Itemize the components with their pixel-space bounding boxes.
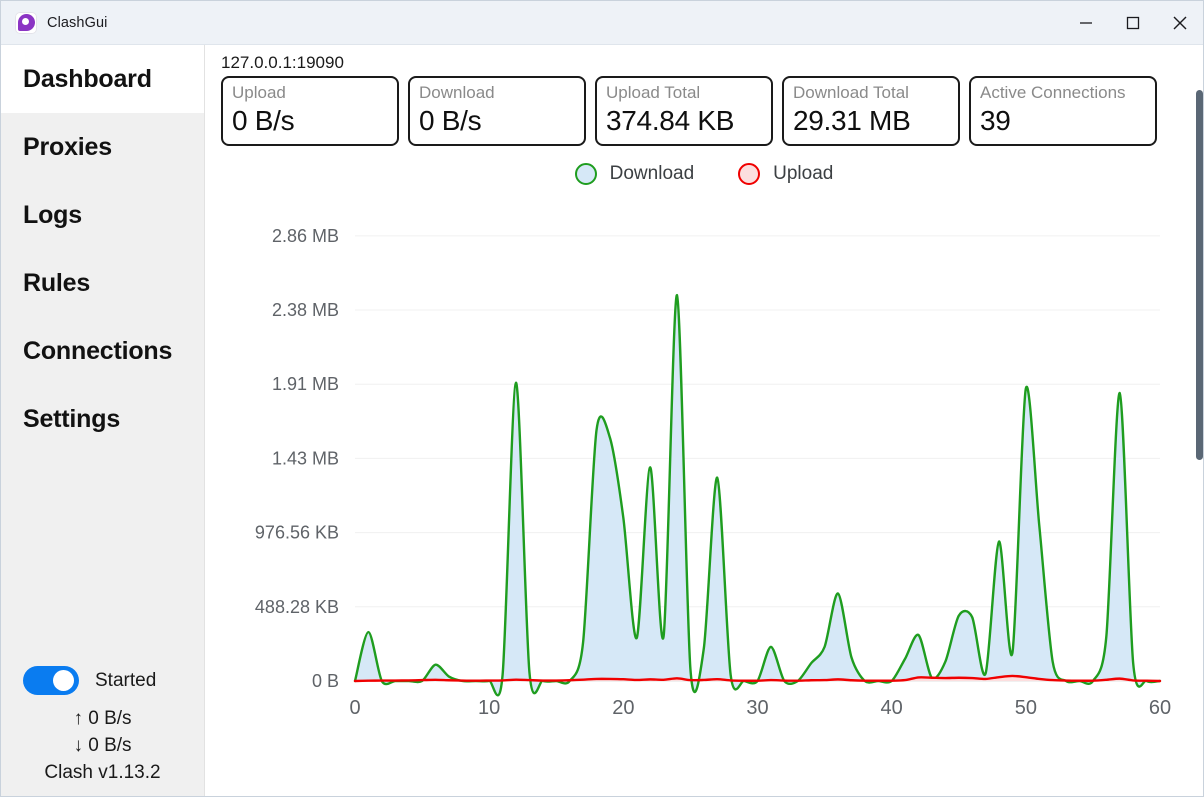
y-axis-tick-label: 0 B <box>312 671 339 691</box>
legend-swatch-upload <box>738 163 761 185</box>
y-axis-tick-label: 976.56 KB <box>255 523 339 543</box>
sidebar-item-dashboard[interactable]: Dashboard <box>1 45 204 113</box>
x-axis-tick-label: 10 <box>478 697 500 719</box>
service-status-label: Started <box>95 669 157 691</box>
maximize-icon[interactable] <box>1109 1 1156 45</box>
stat-cards: Upload 0 B/s Download 0 B/s Upload Total… <box>205 76 1203 146</box>
stat-card-value: 374.84 KB <box>606 105 735 136</box>
legend-item-upload[interactable]: Upload <box>738 163 833 185</box>
x-axis-tick-label: 60 <box>1149 697 1171 719</box>
traffic-chart-svg: 0 B 488.28 KB 976.56 KB 1.43 MB 1.91 MB 2.38 … <box>255 226 1171 719</box>
sidebar-footer: Started ↑ 0 B/s ↓ 0 B/s Clash v1.13.2 <box>1 666 204 796</box>
x-axis-tick-label: 30 <box>746 697 768 719</box>
traffic-chart: 0 B 488.28 KB 976.56 KB 1.43 MB 1.91 MB 2.38 … <box>205 203 1203 733</box>
sidebar-item-label: Rules <box>23 268 91 297</box>
sidebar-item-label: Proxies <box>23 132 112 161</box>
legend-swatch-download <box>574 163 597 185</box>
titlebar: ClashGui <box>1 1 1203 45</box>
legend-item-download[interactable]: Download <box>574 163 695 185</box>
service-toggle-row: Started <box>13 666 192 695</box>
app-window: ClashGui Dashboard Proxies Logs Rules Co… <box>0 0 1204 797</box>
clash-version: Clash v1.13.2 <box>44 762 161 783</box>
main-content: 127.0.0.1:19090 Upload 0 B/s Download 0 … <box>205 45 1203 796</box>
sidebar-item-label: Dashboard <box>23 64 152 93</box>
close-icon[interactable] <box>1156 1 1203 45</box>
sidebar-nav: Dashboard Proxies Logs Rules Connections… <box>1 45 204 453</box>
sidebar-item-connections[interactable]: Connections <box>1 317 204 385</box>
stat-card-upload-total: Upload Total 374.84 KB <box>595 76 773 146</box>
stat-card-value: 0 B/s <box>232 105 295 136</box>
main-scrollbar[interactable] <box>1196 90 1203 796</box>
window-controls <box>1062 1 1203 45</box>
api-endpoint: 127.0.0.1:19090 <box>221 53 344 72</box>
stat-card-label: Upload <box>232 83 286 102</box>
y-axis-tick-label: 1.43 MB <box>272 448 339 468</box>
service-toggle[interactable] <box>23 666 79 695</box>
stat-card-value: 39 <box>980 105 1011 136</box>
x-axis-tick-label: 0 <box>349 697 360 719</box>
sidebar-item-logs[interactable]: Logs <box>1 181 204 249</box>
series-area-download <box>355 295 1160 696</box>
sidebar-upload-rate: ↑ 0 B/s <box>73 708 132 729</box>
stat-card-label: Download <box>419 83 495 102</box>
sidebar-item-rules[interactable]: Rules <box>1 249 204 317</box>
x-axis-tick-label: 20 <box>612 697 634 719</box>
sidebar-item-label: Settings <box>23 404 121 433</box>
legend-label: Upload <box>773 163 834 184</box>
stat-card-download-total: Download Total 29.31 MB <box>782 76 960 146</box>
stat-card-upload: Upload 0 B/s <box>221 76 399 146</box>
stat-card-value: 29.31 MB <box>793 105 911 136</box>
minimize-icon[interactable] <box>1062 1 1109 45</box>
clash-pin-icon <box>15 11 37 34</box>
stat-card-label: Upload Total <box>606 83 701 102</box>
stat-card-label: Active Connections <box>980 83 1126 102</box>
legend-label: Download <box>609 163 695 184</box>
x-axis-tick-label: 40 <box>881 697 903 719</box>
titlebar-left: ClashGui <box>1 11 1062 34</box>
sidebar-item-label: Logs <box>23 200 82 229</box>
stat-card-download: Download 0 B/s <box>408 76 586 146</box>
sidebar-item-settings[interactable]: Settings <box>1 385 204 453</box>
app-title: ClashGui <box>47 14 108 31</box>
sidebar-download-rate: ↓ 0 B/s <box>73 735 132 756</box>
scrollbar-thumb[interactable] <box>1196 90 1203 460</box>
y-axis-tick-label: 488.28 KB <box>255 597 339 617</box>
y-axis-tick-label: 1.91 MB <box>272 374 339 394</box>
toggle-knob <box>53 670 74 691</box>
x-axis-tick-label: 50 <box>1015 697 1037 719</box>
chart-legend: Download Upload <box>205 163 1203 185</box>
sidebar-item-label: Connections <box>23 336 173 365</box>
y-axis-tick-label: 2.38 MB <box>272 300 339 320</box>
sidebar: Dashboard Proxies Logs Rules Connections… <box>1 45 205 796</box>
stat-card-active-connections: Active Connections 39 <box>969 76 1157 146</box>
sidebar-item-proxies[interactable]: Proxies <box>1 113 204 181</box>
window-body: Dashboard Proxies Logs Rules Connections… <box>1 45 1203 796</box>
stat-card-label: Download Total <box>793 83 909 102</box>
stat-card-value: 0 B/s <box>419 105 482 136</box>
y-axis-tick-label: 2.86 MB <box>272 226 339 246</box>
